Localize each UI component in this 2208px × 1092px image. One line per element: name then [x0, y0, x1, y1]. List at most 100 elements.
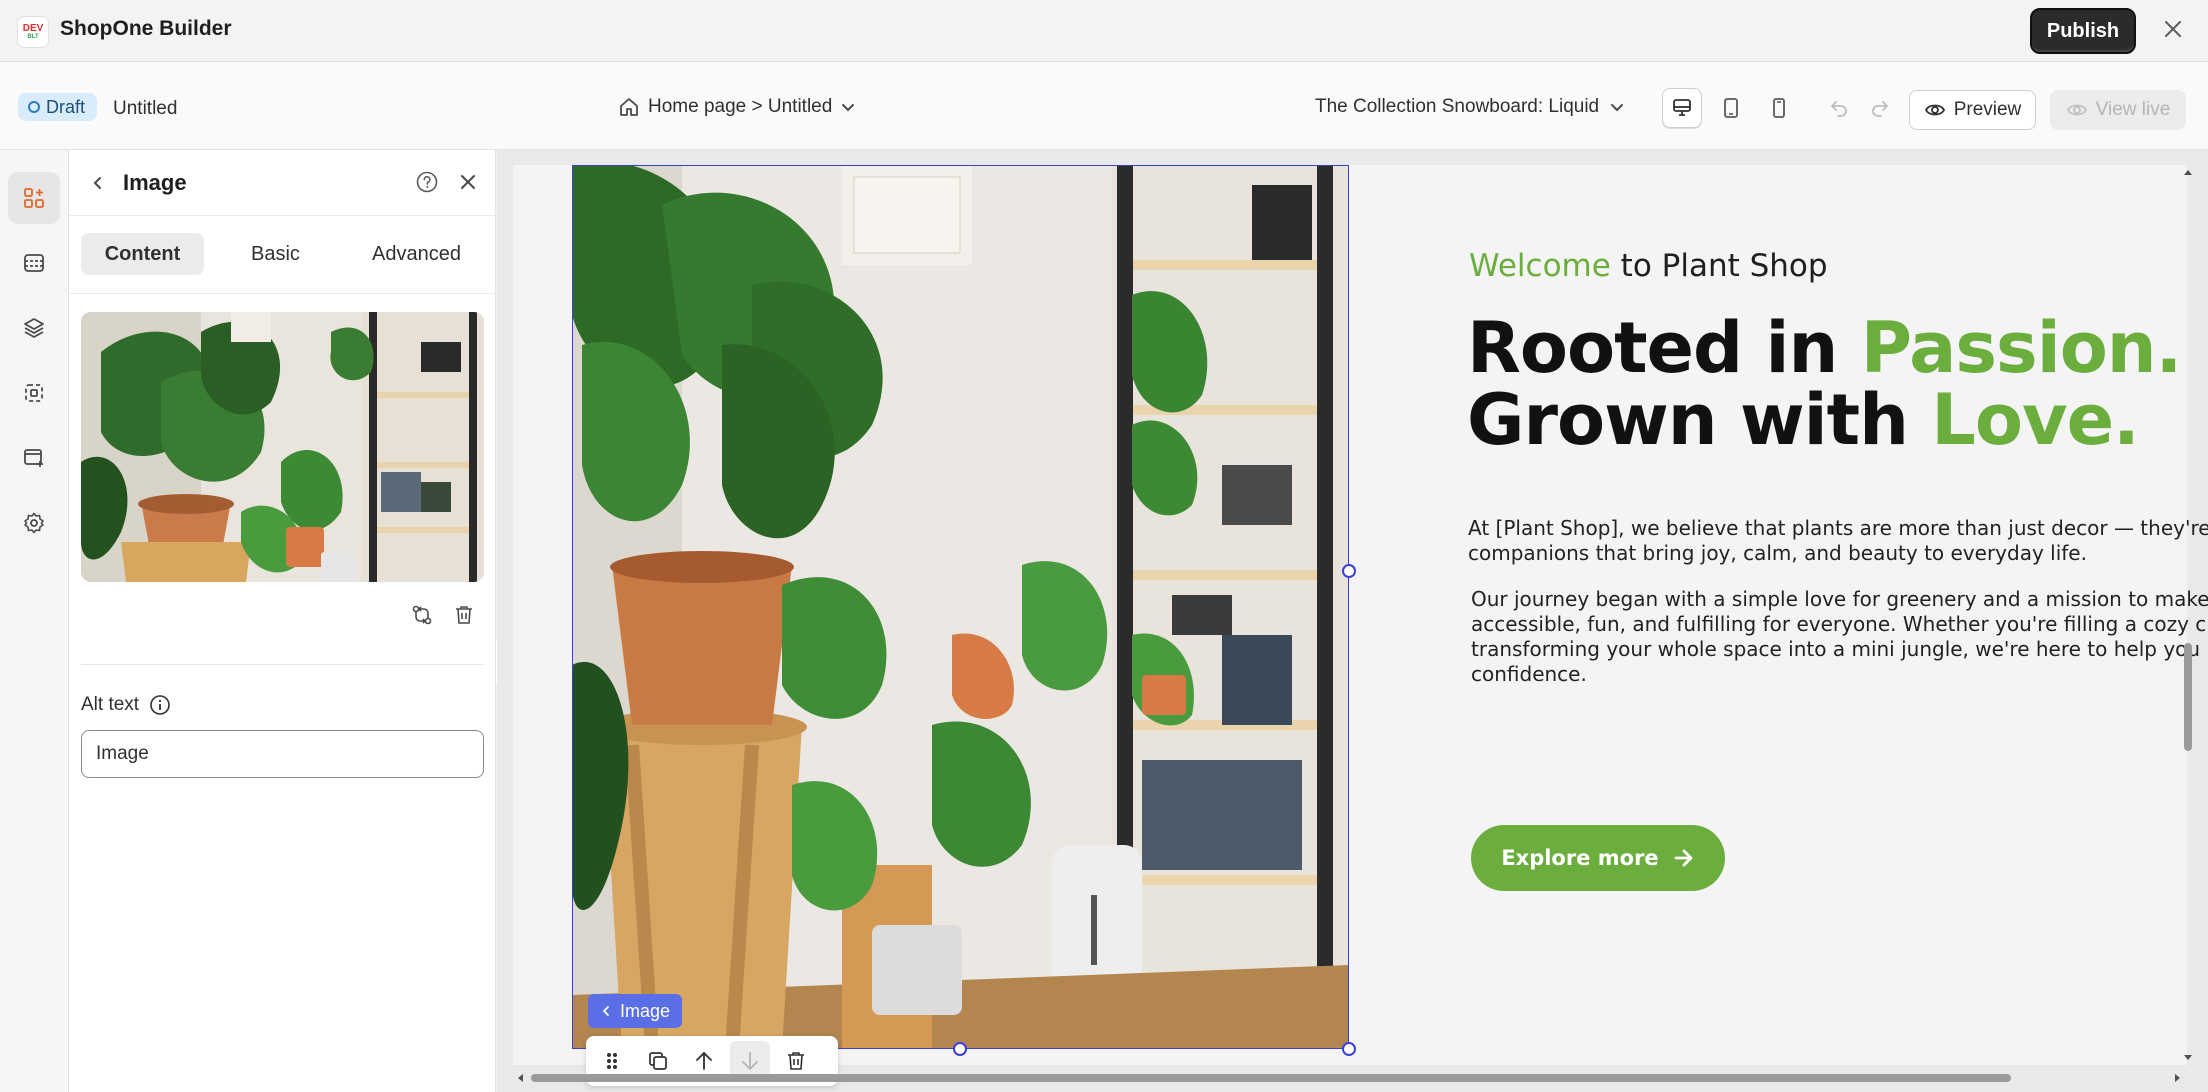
desktop-view-button[interactable] [1662, 88, 1702, 128]
drag-handle-icon [607, 1053, 617, 1069]
rail-pages[interactable] [8, 432, 60, 484]
replace-icon [412, 605, 432, 625]
view-live-button[interactable]: View live [2050, 90, 2186, 130]
horizontal-scrollbar[interactable] [513, 1070, 2187, 1086]
scroll-left-icon [518, 1074, 523, 1082]
preview-label: Preview [1953, 99, 2022, 120]
layers-icon [24, 318, 44, 338]
undo-button[interactable] [1823, 92, 1855, 124]
back-button[interactable] [83, 168, 113, 198]
delete-image-button[interactable] [451, 602, 477, 628]
app-title: ShopOne Builder [60, 17, 232, 40]
trash-icon [788, 1052, 804, 1070]
heading-text: Rooted in [1467, 307, 1861, 389]
resize-handle-bottom[interactable] [953, 1042, 967, 1056]
panel-tabs: Content Basic Advanced [69, 216, 496, 294]
gear-icon [24, 512, 44, 534]
page-name: Untitled [113, 98, 178, 119]
eye-icon [2066, 104, 2087, 116]
divider [81, 664, 484, 665]
eyebrow-highlight: Welcome [1469, 248, 1611, 284]
tab-advanced[interactable]: Advanced [358, 233, 475, 275]
arrow-right-icon [1674, 849, 1693, 867]
resize-handle-bottom-right[interactable] [1342, 1042, 1356, 1056]
help-button[interactable] [412, 167, 442, 197]
explore-more-button[interactable]: Explore more [1471, 825, 1725, 891]
template-selector[interactable]: The Collection Snowboard: Liquid [1315, 96, 1625, 118]
sections-icon [24, 254, 44, 272]
template-label: The Collection Snowboard: Liquid [1315, 96, 1600, 117]
paragraph-line: accessible, fun, and fulfilling for ever… [1471, 612, 2207, 636]
element-tag-label: Image [620, 1000, 671, 1021]
alt-text-label-text: Alt text [81, 694, 140, 715]
status-label: Draft [46, 96, 86, 117]
redo-icon [1872, 101, 1889, 117]
status-dot-icon [28, 101, 40, 113]
add-elements-icon [24, 188, 44, 208]
paragraph-line: confidence. [1471, 662, 1587, 686]
scroll-down-icon [2184, 1055, 2192, 1060]
hero-eyebrow: Welcome to Plant Shop [1469, 248, 1828, 284]
info-icon[interactable] [149, 694, 171, 716]
vertical-scrollbar[interactable] [2180, 165, 2196, 1065]
paragraph-1: At [Plant Shop], we believe that plants … [1468, 516, 2208, 566]
paragraph-2: Our journey began with a simple love for… [1471, 587, 2208, 687]
paragraph-line: Our journey began with a simple love for… [1471, 587, 2208, 611]
pages-icon [24, 449, 43, 467]
tab-content[interactable]: Content [81, 233, 204, 275]
desktop-icon [1673, 99, 1691, 116]
trash-icon [456, 606, 472, 624]
tablet-view-button[interactable] [1711, 88, 1751, 128]
page-selector[interactable]: Home page > Untitled [618, 96, 856, 118]
hero-image[interactable] [572, 165, 1349, 1049]
close-panel-button[interactable] [453, 167, 483, 197]
paragraph-line: transforming your whole space into a min… [1471, 637, 2201, 661]
element-tag[interactable]: Image [588, 994, 683, 1028]
rail-components[interactable] [8, 367, 60, 419]
alt-text-label: Alt text [81, 694, 171, 716]
image-thumbnail[interactable] [81, 312, 484, 582]
settings-panel: Image Content Basic Advanced Alt text Im… [69, 150, 496, 1092]
heading-highlight: Love. [1931, 379, 2139, 461]
preview-button[interactable]: Preview [1909, 90, 2036, 130]
resize-handle-right[interactable] [1342, 564, 1356, 578]
panel-header: Image [69, 150, 496, 216]
publish-button[interactable]: Publish [2030, 8, 2136, 54]
rail-settings[interactable] [8, 497, 60, 549]
close-icon [461, 175, 475, 189]
alt-text-input[interactable] [81, 730, 484, 778]
scroll-up-icon [2184, 170, 2192, 175]
horizontal-scroll-thumb[interactable] [531, 1074, 2011, 1082]
close-icon[interactable] [2158, 14, 2188, 44]
paragraph-line: At [Plant Shop], we believe that plants … [1468, 516, 2208, 540]
heading-line-1: Rooted in Passion. [1467, 312, 2182, 384]
hero-heading: Rooted in Passion. Grown with Love. [1467, 312, 2182, 456]
paragraph-line: companions that bring joy, calm, and bea… [1468, 541, 2087, 565]
chevron-left-icon [93, 177, 101, 189]
thumbnail-actions [409, 602, 477, 628]
logo-text-bottom: BLT [27, 33, 39, 40]
home-icon [620, 98, 638, 116]
rail-layers[interactable] [8, 302, 60, 354]
rail-sections[interactable] [8, 237, 60, 289]
help-icon [416, 171, 438, 193]
top-bar: DEV BLT ShopOne Builder Publish [0, 0, 2208, 62]
view-live-label: View live [2095, 99, 2171, 120]
app-logo: DEV BLT [17, 16, 49, 48]
replace-image-button[interactable] [409, 602, 435, 628]
scroll-right-icon [2175, 1074, 2180, 1082]
rail-add-elements[interactable] [8, 172, 60, 224]
chevron-down-icon [1611, 104, 1624, 112]
components-icon [25, 384, 43, 402]
redo-button[interactable] [1864, 92, 1896, 124]
arrow-up-icon [696, 1051, 712, 1070]
mobile-icon [1773, 98, 1785, 118]
mobile-view-button[interactable] [1759, 88, 1799, 128]
heading-highlight: Passion. [1860, 307, 2183, 389]
status-badge: Draft [18, 93, 98, 121]
page-breadcrumb: Home page > Untitled [648, 96, 833, 117]
vertical-scroll-thumb[interactable] [2184, 643, 2192, 751]
heading-text: Grown with [1467, 379, 1932, 461]
tab-basic[interactable]: Basic [237, 233, 314, 275]
editor-toolbar: Draft Untitled Home page > Untitled The … [0, 62, 2208, 150]
